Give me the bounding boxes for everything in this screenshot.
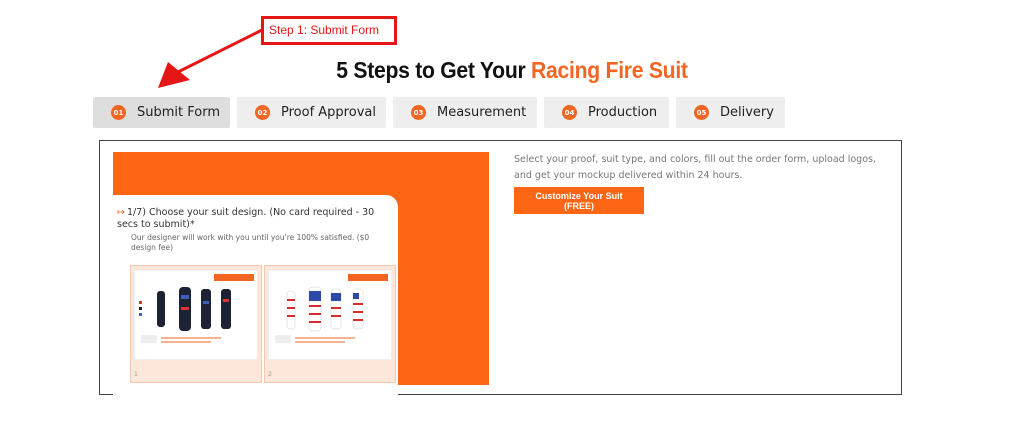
- flag-suit-mockup-image: [275, 286, 364, 343]
- suit-design-option[interactable]: 2: [264, 265, 396, 383]
- tab-delivery[interactable]: 05 Delivery: [676, 97, 785, 128]
- step-number-badge: 05: [694, 105, 709, 120]
- form-question-text: 1/7) Choose your suit design. (No card r…: [117, 207, 375, 230]
- tab-measurement[interactable]: 03 Measurement: [393, 97, 537, 128]
- step-number-badge: 02: [255, 105, 270, 120]
- tab-proof-approval[interactable]: 02 Proof Approval: [237, 97, 386, 128]
- form-subtext: Our designer will work with you until yo…: [131, 233, 370, 252]
- page-title: 5 Steps to Get Your Racing Fire Suit: [41, 57, 983, 84]
- tab-label: Delivery: [720, 105, 774, 120]
- tab-label: Production: [588, 105, 658, 120]
- suit-design-image: [268, 270, 392, 360]
- title-prefix: 5 Steps to Get Your: [336, 57, 532, 83]
- dark-suit-mockup-image: [139, 287, 231, 343]
- suit-design-option[interactable]: 1: [130, 265, 262, 383]
- tab-production[interactable]: 04 Production: [544, 97, 669, 128]
- tab-label: Submit Form: [137, 105, 220, 120]
- title-accent: Racing Fire Suit: [531, 57, 688, 83]
- design-badge: [214, 274, 254, 281]
- customize-suit-button[interactable]: Customize Your Suit (FREE): [514, 187, 644, 214]
- step-number-badge: 01: [111, 105, 126, 120]
- form-preview-card: ↦ 1/7) Choose your suit design. (No card …: [113, 195, 398, 395]
- tab-label: Proof Approval: [281, 105, 376, 120]
- tab-label: Measurement: [437, 105, 527, 120]
- step-description: Select your proof, suit type, and colors…: [514, 154, 876, 181]
- option-number: 2: [268, 371, 272, 378]
- design-badge: [348, 274, 388, 281]
- arrow-right-icon: ↦: [117, 207, 125, 218]
- annotation-box: Step 1: Submit Form: [261, 16, 397, 45]
- tab-submit-form[interactable]: 01 Submit Form: [93, 97, 230, 128]
- annotation-arrow-icon: [158, 28, 263, 88]
- annotation-label: Step 1: Submit Form: [269, 23, 380, 37]
- option-number: 1: [134, 371, 138, 378]
- step-content-panel: ↦ 1/7) Choose your suit design. (No card …: [99, 140, 902, 395]
- step-number-badge: 04: [562, 105, 577, 120]
- form-question: ↦ 1/7) Choose your suit design. (No card …: [117, 207, 395, 231]
- suit-design-image: [134, 270, 258, 360]
- step-number-badge: 03: [411, 105, 426, 120]
